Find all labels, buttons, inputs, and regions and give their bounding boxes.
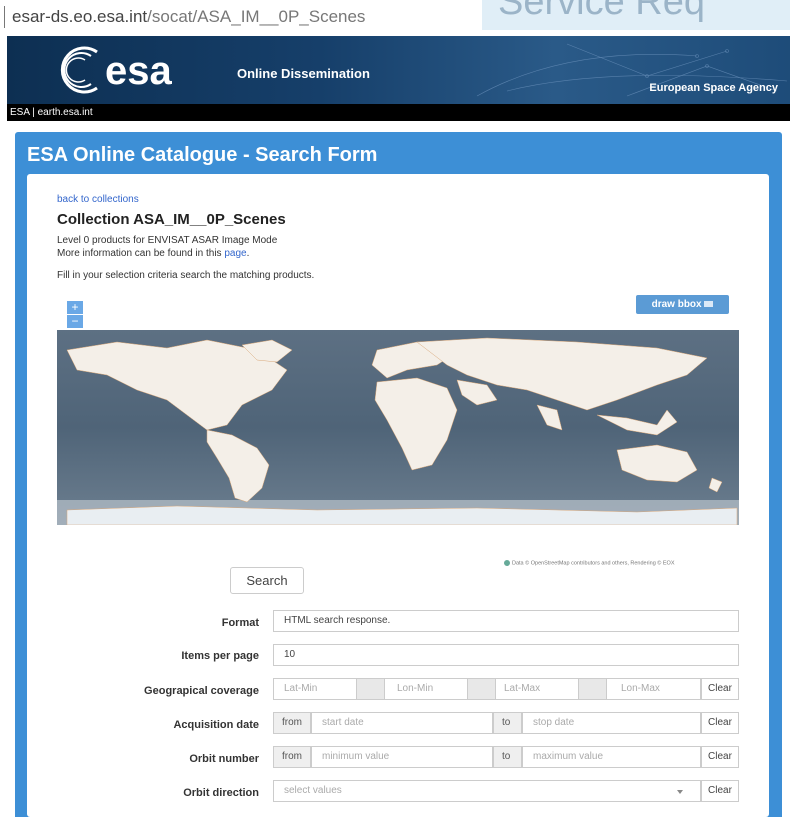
format-label: Format [221, 617, 259, 629]
map-attribution: Data © OpenStreetMap contributors and ot… [504, 560, 675, 566]
banner-agency: European Space Agency [649, 82, 778, 94]
orbit-from-addon: from [273, 746, 311, 768]
geo-separator [357, 678, 384, 700]
top-nav[interactable]: ESA | earth.esa.int [7, 104, 790, 121]
url-path: /socat/ASA_IM__0P_Scenes [147, 7, 366, 26]
lat-min-field[interactable]: Lat-Min [273, 678, 357, 700]
acq-from-addon: from [273, 712, 311, 734]
url-bar-divider [4, 6, 5, 28]
map-attribution-text: Data © OpenStreetMap contributors and ot… [512, 560, 675, 567]
orbit-number-label: Orbit number [189, 753, 259, 765]
esa-logo[interactable]: esa [55, 44, 255, 94]
info-page-link[interactable]: page [224, 248, 246, 259]
geo-coverage-label: Geograpical coverage [144, 685, 259, 697]
geo-separator [468, 678, 495, 700]
zoom-out-button[interactable]: − [67, 315, 83, 328]
items-per-page-label: Items per page [181, 650, 259, 662]
orbit-min-placeholder: minimum value [322, 751, 390, 762]
start-date-field[interactable]: start date [311, 712, 493, 734]
draw-bbox-button[interactable]: draw bbox [636, 295, 729, 314]
zoom-in-button[interactable]: + [67, 301, 83, 314]
search-form-card: back to collections Collection ASA_IM__0… [27, 174, 769, 817]
geo-clear-button[interactable]: Clear [701, 678, 739, 700]
orbit-to-addon: to [493, 746, 522, 768]
instructions-text: Fill in your selection criteria search t… [57, 270, 315, 281]
orbit-direction-clear-button[interactable]: Clear [701, 780, 739, 802]
search-button[interactable]: Search [230, 567, 304, 594]
acq-to-addon: to [493, 712, 522, 734]
chevron-down-icon[interactable] [677, 790, 683, 794]
url-text[interactable]: esar-ds.eo.esa.int/socat/ASA_IM__0P_Scen… [12, 7, 365, 27]
esa-banner: esa Online Dissemination European Space … [7, 36, 790, 104]
page-title: ESA Online Catalogue - Search Form [27, 144, 378, 166]
info-suffix: . [246, 248, 250, 259]
lat-max-placeholder: Lat-Max [504, 683, 541, 694]
orbit-max-field[interactable]: maximum value [522, 746, 701, 768]
collection-description: Level 0 products for ENVISAT ASAR Image … [57, 235, 278, 246]
orbit-direction-placeholder: select values [284, 785, 342, 796]
esa-wordmark: esa [105, 49, 172, 93]
orbit-min-field[interactable]: minimum value [311, 746, 493, 768]
lon-min-field[interactable]: Lon-Min [384, 678, 468, 700]
back-to-collections-link[interactable]: back to collections [57, 194, 139, 205]
url-host: esar-ds.eo.esa.int [12, 7, 148, 26]
format-field[interactable]: HTML search response. [273, 610, 739, 632]
lon-max-placeholder: Lon-Max [621, 683, 660, 694]
draw-bbox-label: draw bbox [651, 299, 702, 310]
orbit-number-clear-button[interactable]: Clear [701, 746, 739, 768]
banner-subtitle: Online Dissemination [237, 66, 370, 81]
orbit-max-placeholder: maximum value [533, 751, 604, 762]
stop-date-placeholder: stop date [533, 717, 575, 728]
lat-min-placeholder: Lat-Min [284, 683, 318, 694]
orbit-direction-select[interactable]: select values [273, 780, 701, 802]
overlay-heading: Service Req [482, 0, 790, 30]
stop-date-field[interactable]: stop date [522, 712, 701, 734]
world-map[interactable] [57, 330, 739, 526]
rectangle-icon [704, 301, 714, 308]
map-pin-icon [504, 560, 510, 566]
page-frame: esa Online Dissemination European Space … [7, 36, 790, 817]
acquisition-date-label: Acquisition date [173, 719, 259, 731]
acq-date-clear-button[interactable]: Clear [701, 712, 739, 734]
world-map-image [57, 330, 739, 526]
esa-logo-icon: esa [60, 46, 172, 94]
collection-title: Collection ASA_IM__0P_Scenes [57, 211, 286, 228]
top-nav-link[interactable]: ESA | earth.esa.int [10, 107, 93, 118]
start-date-placeholder: start date [322, 717, 364, 728]
info-prefix: More information can be found in this [57, 248, 225, 259]
orbit-direction-label: Orbit direction [183, 787, 259, 799]
lon-min-placeholder: Lon-Min [397, 683, 434, 694]
items-per-page-field[interactable]: 10 [273, 644, 739, 666]
lat-max-field[interactable]: Lat-Max [495, 678, 579, 700]
geo-separator [579, 678, 606, 700]
collection-info: More information can be found in this pa… [57, 248, 249, 259]
lon-max-field[interactable]: Lon-Max [606, 678, 701, 700]
